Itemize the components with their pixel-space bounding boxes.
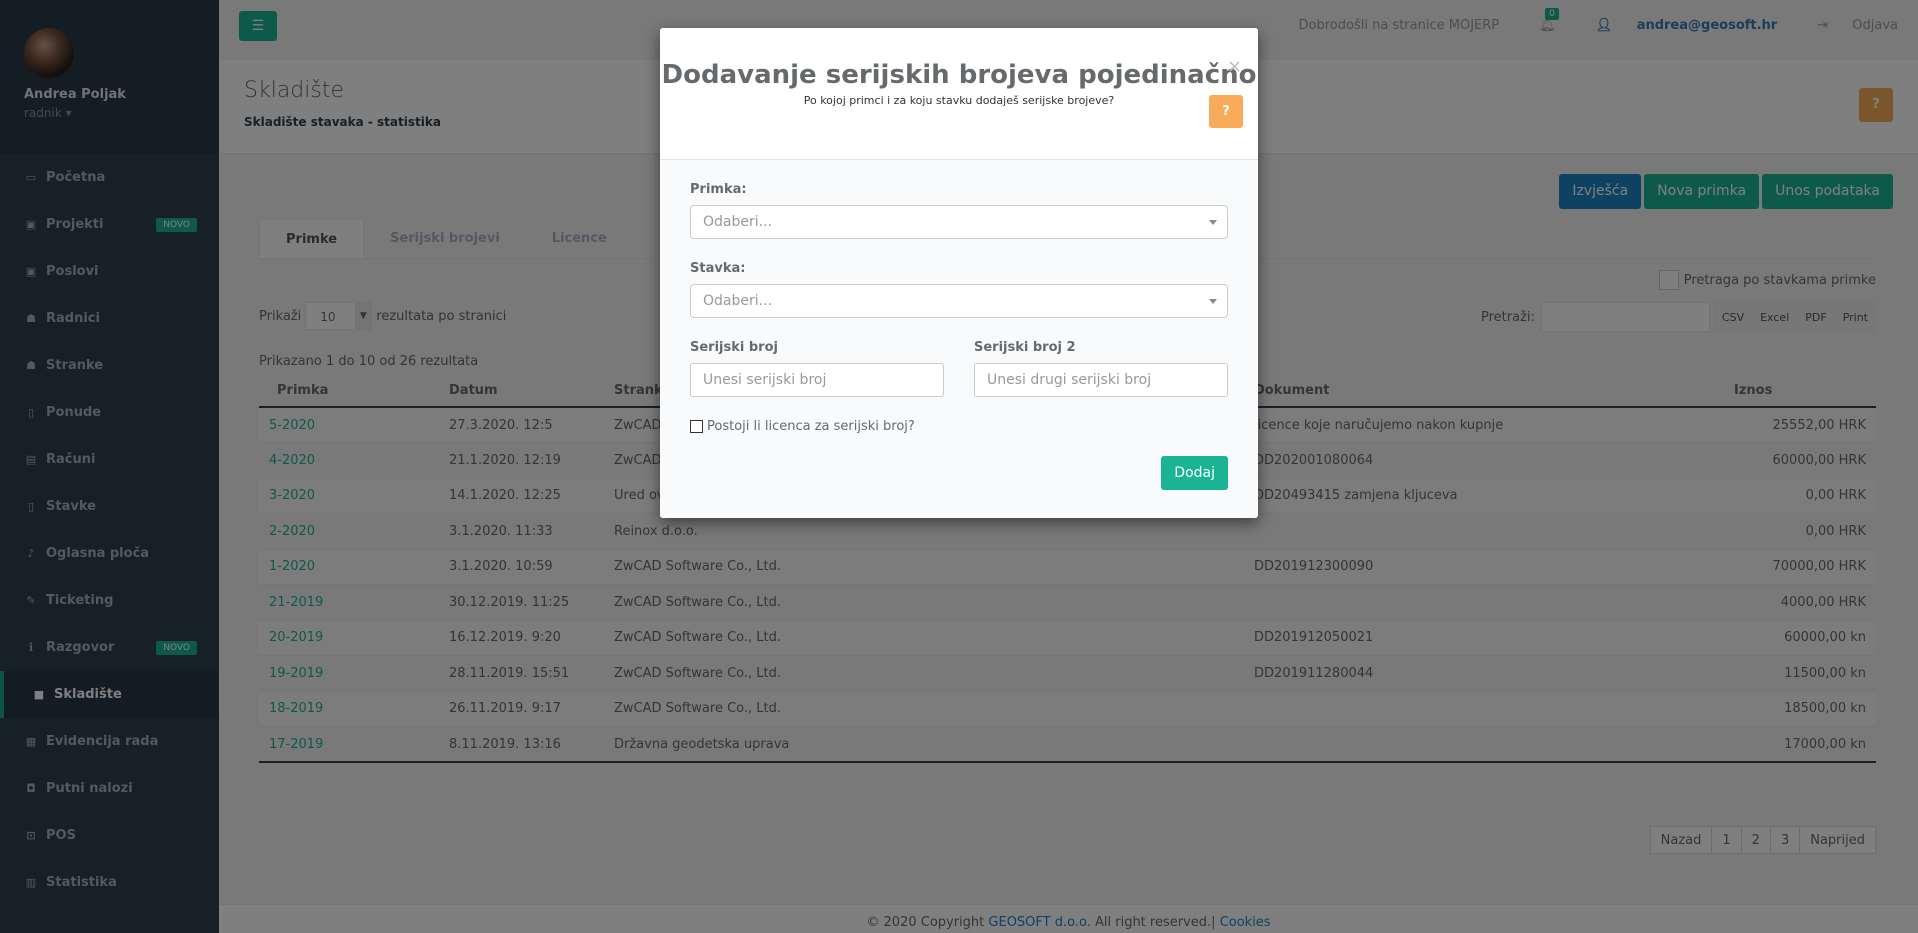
serial-label: Serijski broj [690, 340, 778, 355]
chevron-down-icon [1209, 299, 1217, 304]
licence-checkbox[interactable] [690, 420, 703, 433]
receipt-label: Primka: [690, 182, 747, 197]
modal-help-button[interactable]: ? [1209, 95, 1243, 128]
chevron-down-icon [1209, 220, 1217, 225]
modal-subtitle: Po kojoj primci i za koju stavku dodaješ… [803, 94, 1115, 107]
item-select[interactable]: Odaberi... [690, 284, 1228, 318]
modal-body: Primka: Odaberi... Stavka: Odaberi... Se… [660, 160, 1258, 518]
serial2-field-group: Serijski broj 2 Unesi drugi serijski bro… [974, 340, 1228, 397]
serial2-input[interactable]: Unesi drugi serijski broj [974, 363, 1228, 397]
serial-fields: Serijski broj Unesi serijski broj Serijs… [690, 340, 1228, 397]
item-placeholder: Odaberi... [703, 293, 772, 309]
receipt-placeholder: Odaberi... [703, 214, 772, 230]
modal-title: Dodavanje serijskih brojeva pojedinačno [661, 60, 1257, 90]
serial-input[interactable]: Unesi serijski broj [690, 363, 944, 397]
modal-header: Dodavanje serijskih brojeva pojedinačno … [660, 28, 1258, 160]
add-button[interactable]: Dodaj [1161, 456, 1228, 490]
add-serials-modal: Dodavanje serijskih brojeva pojedinačno … [660, 28, 1258, 518]
item-label: Stavka: [690, 261, 746, 276]
licence-label: Postoji li licenca za serijski broj? [707, 419, 915, 434]
serial2-label: Serijski broj 2 [974, 340, 1076, 355]
serial-field-group: Serijski broj Unesi serijski broj [690, 340, 944, 397]
receipt-select[interactable]: Odaberi... [690, 205, 1228, 239]
licence-toggle[interactable]: Postoji li licenca za serijski broj? [690, 419, 1228, 434]
close-icon[interactable]: × [1227, 56, 1242, 77]
